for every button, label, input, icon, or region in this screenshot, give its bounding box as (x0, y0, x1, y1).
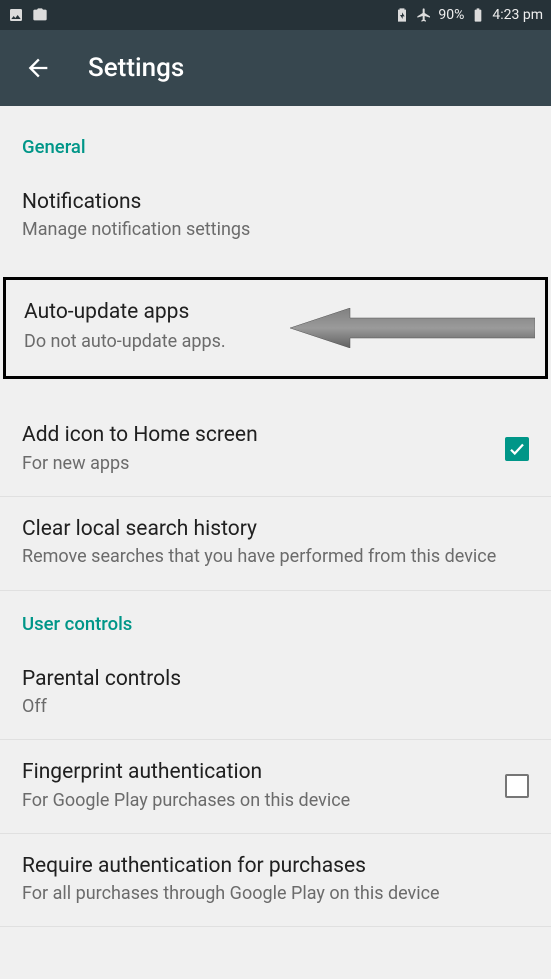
row-parental-title: Parental controls (22, 665, 529, 693)
back-button[interactable] (18, 48, 58, 88)
row-add-icon-sub: For new apps (22, 452, 489, 476)
clock-text: 4:23 pm (492, 7, 543, 23)
status-bar: 90% 4:23 pm (0, 0, 551, 30)
battery-icon (470, 7, 486, 23)
row-add-icon-title: Add icon to Home screen (22, 421, 489, 449)
row-notifications-sub: Manage notification settings (22, 218, 529, 242)
row-fingerprint-title: Fingerprint authentication (22, 758, 489, 786)
row-parental-controls[interactable]: Parental controls Off (0, 647, 551, 741)
row-clear-history-title: Clear local search history (22, 515, 529, 543)
picture-icon (8, 7, 24, 23)
airplane-mode-icon (416, 7, 432, 23)
app-bar: Settings (0, 30, 551, 106)
battery-percent: 90% (438, 7, 464, 23)
section-header-user-controls: User controls (0, 591, 551, 647)
row-require-auth-title: Require authentication for purchases (22, 852, 529, 880)
section-header-general: General (0, 106, 551, 170)
row-parental-sub: Off (22, 695, 529, 719)
checkbox-fingerprint[interactable] (505, 774, 529, 798)
row-require-auth[interactable]: Require authentication for purchases For… (0, 834, 551, 928)
row-fingerprint-auth[interactable]: Fingerprint authentication For Google Pl… (0, 740, 551, 834)
page-title: Settings (88, 53, 184, 83)
row-clear-history-sub: Remove searches that you have performed … (22, 545, 529, 569)
settings-list[interactable]: General Notifications Manage notificatio… (0, 106, 551, 979)
arrow-back-icon (24, 54, 52, 82)
row-clear-search-history[interactable]: Clear local search history Remove search… (0, 497, 551, 591)
row-require-auth-sub: For all purchases through Google Play on… (22, 882, 529, 906)
annotation-arrow-icon (290, 308, 535, 348)
camera-icon (32, 7, 48, 23)
row-notifications-title: Notifications (22, 188, 529, 216)
row-add-icon-home[interactable]: Add icon to Home screen For new apps (0, 403, 551, 497)
row-auto-update-apps[interactable]: Auto-update apps Do not auto-update apps… (3, 277, 548, 380)
battery-saver-icon (394, 7, 410, 23)
checkbox-add-icon[interactable] (505, 437, 529, 461)
row-notifications[interactable]: Notifications Manage notification settin… (0, 170, 551, 263)
row-fingerprint-sub: For Google Play purchases on this device (22, 789, 489, 813)
